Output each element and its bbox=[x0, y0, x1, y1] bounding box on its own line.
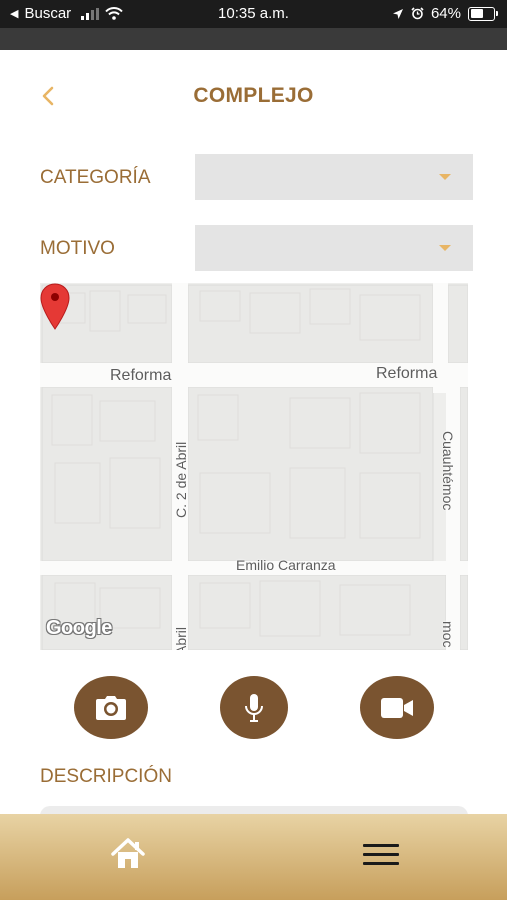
battery-icon bbox=[468, 6, 498, 21]
home-icon[interactable] bbox=[110, 836, 146, 872]
street-label-2-de-abril: C. 2 de Abril bbox=[173, 441, 189, 518]
street-label-cuauhtemoc: moc bbox=[440, 621, 456, 648]
categoria-select[interactable] bbox=[195, 154, 473, 200]
street-label-reforma: Reforma bbox=[376, 365, 438, 382]
battery-percent: 64% bbox=[430, 5, 461, 22]
hamburger-menu-icon[interactable] bbox=[363, 844, 399, 868]
alarm-icon bbox=[411, 7, 424, 20]
status-right-group: 64% bbox=[392, 5, 498, 22]
video-camera-icon bbox=[381, 697, 413, 718]
video-button[interactable] bbox=[360, 676, 434, 739]
map-pin-icon[interactable] bbox=[40, 283, 70, 330]
camera-button[interactable] bbox=[74, 676, 148, 739]
location-map[interactable]: Reforma Reforma C. 2 de Abril Abril Cuau… bbox=[40, 283, 468, 650]
header: COMPLEJO bbox=[0, 50, 507, 142]
motivo-select[interactable] bbox=[195, 225, 473, 271]
top-band bbox=[0, 28, 507, 50]
street-label-emilio-carranza: Emilio Carranza bbox=[236, 557, 336, 573]
caret-down-icon bbox=[439, 174, 451, 180]
location-arrow-icon bbox=[392, 8, 403, 19]
street-label-cuauhtemoc: Cuauhtémoc bbox=[440, 431, 456, 511]
bottom-nav bbox=[0, 814, 507, 900]
microphone-icon bbox=[245, 693, 263, 722]
street-label-reforma: Reforma bbox=[110, 367, 172, 384]
categoria-label: CATEGORÍA bbox=[40, 167, 151, 188]
motivo-label: MOTIVO bbox=[40, 238, 115, 259]
map-tiles bbox=[40, 283, 468, 650]
status-bar: ◀ Buscar 10:35 a.m. 64% bbox=[0, 0, 507, 28]
caret-down-icon bbox=[439, 245, 451, 251]
street-label-abril: Abril bbox=[173, 626, 189, 650]
google-logo: Google bbox=[46, 617, 112, 639]
camera-icon bbox=[96, 695, 126, 720]
microphone-button[interactable] bbox=[220, 676, 288, 739]
page-title: COMPLEJO bbox=[193, 84, 314, 107]
descripcion-label: DESCRIPCIÓN bbox=[40, 766, 172, 787]
